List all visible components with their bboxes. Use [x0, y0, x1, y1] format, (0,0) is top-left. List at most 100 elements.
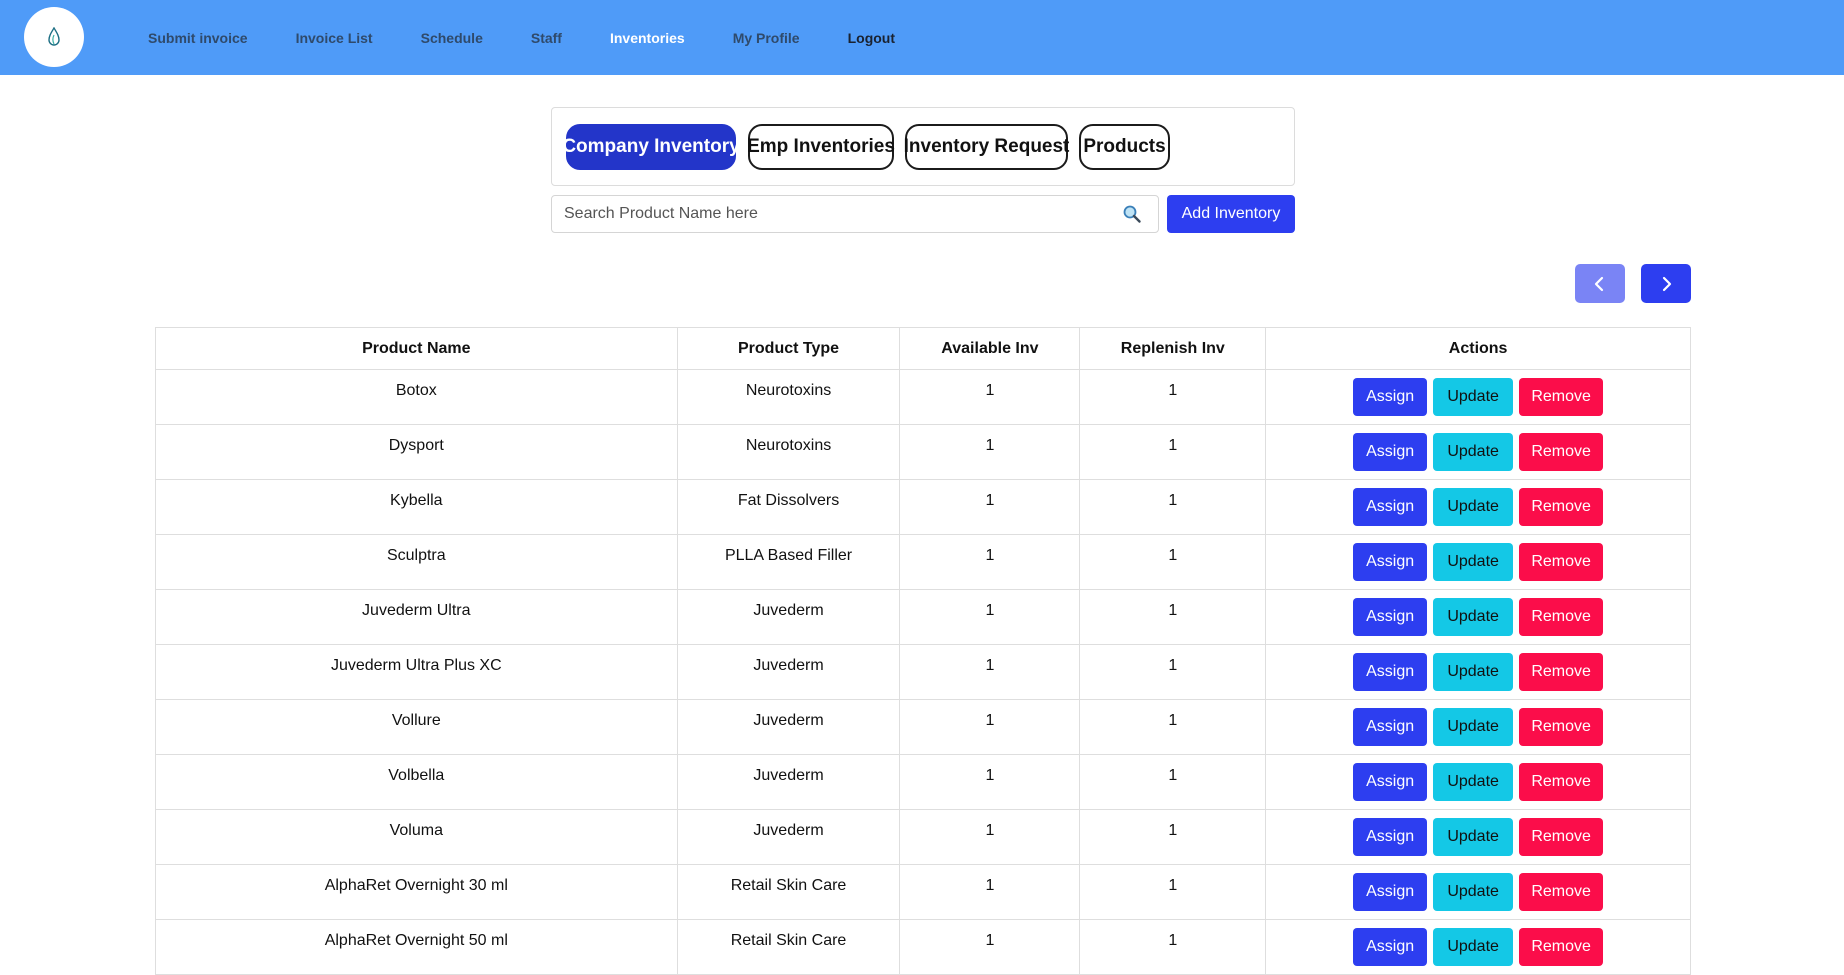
remove-button[interactable]: Remove [1519, 763, 1604, 801]
available-inv-cell: 1 [899, 479, 1081, 535]
replenish-inv-cell: 1 [1079, 369, 1267, 425]
available-inv-cell: 1 [899, 369, 1081, 425]
replenish-inv-cell: 1 [1079, 809, 1267, 865]
update-button[interactable]: Update [1433, 543, 1514, 581]
replenish-inv-cell: 1 [1079, 699, 1267, 755]
nav-links: Submit invoice Invoice List Schedule Staff I… [148, 0, 943, 75]
replenish-inv-cell: 1 [1079, 644, 1267, 700]
product-type-cell: Juvederm [676, 809, 901, 865]
inventory-table: Product Name Product Type Available Inv Rep… [155, 327, 1691, 975]
actions-cell: Assign Update Remove [1265, 534, 1691, 590]
remove-button[interactable]: Remove [1519, 488, 1604, 526]
search-input[interactable] [552, 196, 1122, 232]
product-type-cell: Juvederm [676, 754, 901, 810]
remove-button[interactable]: Remove [1519, 708, 1604, 746]
product-type-cell: Neurotoxins [676, 369, 901, 425]
replenish-inv-cell: 1 [1079, 589, 1267, 645]
product-name-cell: Voluma [155, 809, 678, 865]
actions-cell: Assign Update Remove [1265, 699, 1691, 755]
remove-button[interactable]: Remove [1519, 928, 1604, 966]
product-name-cell: Juvederm Ultra [155, 589, 678, 645]
assign-button[interactable]: Assign [1353, 598, 1428, 636]
update-button[interactable]: Update [1433, 763, 1514, 801]
remove-button[interactable]: Remove [1519, 653, 1604, 691]
nav-link-my-profile[interactable]: My Profile [733, 30, 800, 46]
remove-button[interactable]: Remove [1519, 818, 1604, 856]
assign-button[interactable]: Assign [1353, 928, 1428, 966]
product-type-cell: Juvederm [676, 699, 901, 755]
available-inv-cell: 1 [899, 424, 1081, 480]
update-button[interactable]: Update [1433, 598, 1514, 636]
product-name-cell: Dysport [155, 424, 678, 480]
assign-button[interactable]: Assign [1353, 873, 1428, 911]
nav-link-submit-invoice[interactable]: Submit invoice [148, 30, 248, 46]
next-page-button[interactable] [1641, 264, 1691, 303]
remove-button[interactable]: Remove [1519, 598, 1604, 636]
update-button[interactable]: Update [1433, 378, 1514, 416]
product-type-cell: Fat Dissolvers [676, 479, 901, 535]
update-button[interactable]: Update [1433, 818, 1514, 856]
actions-cell: Assign Update Remove [1265, 754, 1691, 810]
brand-logo[interactable] [24, 7, 84, 67]
table-row: Volbella Juvederm 1 1 Assign Update Remove [155, 754, 1691, 810]
nav-link-inventories[interactable]: Inventories [610, 30, 685, 46]
column-header-replenish-inv: Replenish Inv [1079, 327, 1267, 370]
assign-button[interactable]: Assign [1353, 543, 1428, 581]
column-header-actions: Actions [1265, 327, 1691, 370]
actions-cell: Assign Update Remove [1265, 809, 1691, 865]
update-button[interactable]: Update [1433, 653, 1514, 691]
assign-button[interactable]: Assign [1353, 708, 1428, 746]
product-type-cell: Juvederm [676, 644, 901, 700]
replenish-inv-cell: 1 [1079, 424, 1267, 480]
product-name-cell: Botox [155, 369, 678, 425]
column-header-available-inv: Available Inv [899, 327, 1081, 370]
actions-cell: Assign Update Remove [1265, 369, 1691, 425]
remove-button[interactable]: Remove [1519, 433, 1604, 471]
tab-inventory-request[interactable]: Inventory Request [904, 124, 1069, 170]
actions-cell: Assign Update Remove [1265, 644, 1691, 700]
assign-button[interactable]: Assign [1353, 818, 1428, 856]
table-row: Sculptra PLLA Based Filler 1 1 Assign Update R… [155, 534, 1691, 590]
assign-button[interactable]: Assign [1353, 653, 1428, 691]
replenish-inv-cell: 1 [1079, 479, 1267, 535]
assign-button[interactable]: Assign [1353, 763, 1428, 801]
nav-link-staff[interactable]: Staff [531, 30, 562, 46]
update-button[interactable]: Update [1433, 928, 1514, 966]
assign-button[interactable]: Assign [1353, 378, 1428, 416]
add-inventory-button[interactable]: Add Inventory [1167, 195, 1295, 233]
nav-link-logout[interactable]: Logout [848, 30, 895, 46]
table-row: Vollure Juvederm 1 1 Assign Update Remove [155, 699, 1691, 755]
update-button[interactable]: Update [1433, 488, 1514, 526]
update-button[interactable]: Update [1433, 433, 1514, 471]
table-header-row: Product Name Product Type Available Inv Rep… [155, 327, 1691, 370]
product-type-cell: PLLA Based Filler [676, 534, 901, 590]
nav-link-invoice-list[interactable]: Invoice List [296, 30, 373, 46]
table-row: Dysport Neurotoxins 1 1 Assign Update Remove [155, 424, 1691, 480]
remove-button[interactable]: Remove [1519, 543, 1604, 581]
remove-button[interactable]: Remove [1519, 873, 1604, 911]
search-icon[interactable] [1122, 204, 1142, 224]
product-name-cell: AlphaRet Overnight 30 ml [155, 864, 678, 920]
table-row: AlphaRet Overnight 50 ml Retail Skin Care… [155, 919, 1691, 975]
chevron-right-icon [1662, 276, 1672, 291]
top-navbar: Submit invoice Invoice List Schedule Staff I… [0, 0, 1844, 75]
assign-button[interactable]: Assign [1353, 488, 1428, 526]
update-button[interactable]: Update [1433, 873, 1514, 911]
tab-products[interactable]: Products [1079, 124, 1170, 170]
update-button[interactable]: Update [1433, 708, 1514, 746]
product-type-cell: Retail Skin Care [676, 919, 901, 975]
product-type-cell: Juvederm [676, 589, 901, 645]
product-type-cell: Neurotoxins [676, 424, 901, 480]
previous-page-button[interactable] [1575, 264, 1625, 303]
product-name-cell: AlphaRet Overnight 50 ml [155, 919, 678, 975]
nav-link-schedule[interactable]: Schedule [421, 30, 483, 46]
product-name-cell: Vollure [155, 699, 678, 755]
replenish-inv-cell: 1 [1079, 919, 1267, 975]
tab-emp-inventories[interactable]: Emp Inventories [747, 124, 895, 170]
tab-company-inventory[interactable]: Company Inventory [562, 124, 740, 170]
remove-button[interactable]: Remove [1519, 378, 1604, 416]
assign-button[interactable]: Assign [1353, 433, 1428, 471]
column-header-product-name: Product Name [155, 327, 678, 370]
product-name-cell: Volbella [155, 754, 678, 810]
available-inv-cell: 1 [899, 754, 1081, 810]
